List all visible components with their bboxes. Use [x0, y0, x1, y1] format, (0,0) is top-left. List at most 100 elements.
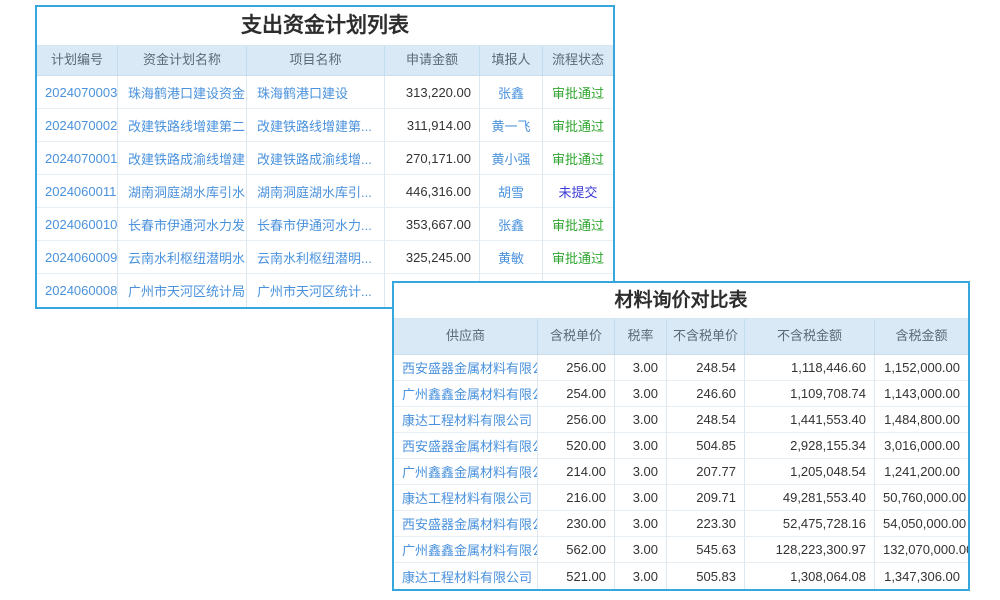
column-header: 资金计划名称	[118, 46, 247, 76]
column-header: 不含税单价	[667, 319, 745, 355]
column-header: 申请金额	[385, 46, 480, 76]
fund-plan-name-link[interactable]: 改建铁路线增建第二...	[118, 109, 247, 142]
plan-row: 2024060009 云南水利枢纽潜明水... 云南水利枢纽潜明... 325,…	[37, 241, 613, 274]
request-amount: 325,245.00	[385, 241, 480, 274]
quote-row: 康达工程材料有限公司 216.00 3.00 209.71 49,281,553…	[394, 485, 968, 511]
unit-price-excl-tax: 246.60	[667, 381, 745, 407]
expense-plan-header-row: 计划编号资金计划名称项目名称申请金额填报人流程状态	[37, 46, 613, 76]
column-header: 填报人	[480, 46, 543, 76]
expense-plan-table: 计划编号资金计划名称项目名称申请金额填报人流程状态 2024070003 珠海鹤…	[37, 46, 613, 307]
plan-number-link[interactable]: 2024070002	[37, 109, 118, 142]
material-quote-table: 供应商含税单价税率不含税单价不含税金额含税金额 西安盛器金属材料有限公司 256…	[394, 319, 968, 589]
request-amount: 353,667.00	[385, 208, 480, 241]
project-name-link[interactable]: 长春市伊通河水力...	[247, 208, 385, 241]
column-header: 含税单价	[538, 319, 615, 355]
unit-price-incl-tax: 256.00	[538, 355, 615, 381]
quote-row: 广州鑫鑫金属材料有限公司 254.00 3.00 246.60 1,109,70…	[394, 381, 968, 407]
quote-row: 西安盛器金属材料有限公司 520.00 3.00 504.85 2,928,15…	[394, 433, 968, 459]
column-header: 项目名称	[247, 46, 385, 76]
plan-number-link[interactable]: 2024060011	[37, 175, 118, 208]
unit-price-excl-tax: 207.77	[667, 459, 745, 485]
material-quote-panel: 材料询价对比表 供应商含税单价税率不含税单价不含税金额含税金额 西安盛器金属材料…	[392, 281, 970, 591]
unit-price-incl-tax: 214.00	[538, 459, 615, 485]
amount-excl-tax: 49,281,553.40	[745, 485, 875, 511]
quote-row: 西安盛器金属材料有限公司 256.00 3.00 248.54 1,118,44…	[394, 355, 968, 381]
unit-price-incl-tax: 521.00	[538, 563, 615, 589]
amount-excl-tax: 1,118,446.60	[745, 355, 875, 381]
unit-price-excl-tax: 209.71	[667, 485, 745, 511]
plan-number-link[interactable]: 2024060010	[37, 208, 118, 241]
unit-price-incl-tax: 256.00	[538, 407, 615, 433]
quote-row: 西安盛器金属材料有限公司 230.00 3.00 223.30 52,475,7…	[394, 511, 968, 537]
status-badge: 审批通过	[543, 208, 613, 241]
amount-incl-tax: 1,241,200.00	[875, 459, 968, 485]
amount-incl-tax: 1,152,000.00	[875, 355, 968, 381]
column-header: 计划编号	[37, 46, 118, 76]
status-badge: 未提交	[543, 175, 613, 208]
reporter-name: 黄一飞	[480, 109, 543, 142]
plan-number-link[interactable]: 2024070001	[37, 142, 118, 175]
status-badge: 审批通过	[543, 109, 613, 142]
tax-rate: 3.00	[615, 537, 667, 563]
request-amount: 311,914.00	[385, 109, 480, 142]
expense-plan-panel: 支出资金计划列表 计划编号资金计划名称项目名称申请金额填报人流程状态 20240…	[35, 5, 615, 309]
supplier-link[interactable]: 广州鑫鑫金属材料有限公司	[394, 459, 538, 485]
plan-row: 2024070002 改建铁路线增建第二... 改建铁路线增建第... 311,…	[37, 109, 613, 142]
tax-rate: 3.00	[615, 459, 667, 485]
fund-plan-name-link[interactable]: 广州市天河区统计局...	[118, 274, 247, 307]
amount-excl-tax: 2,928,155.34	[745, 433, 875, 459]
tax-rate: 3.00	[615, 381, 667, 407]
status-badge: 审批通过	[543, 241, 613, 274]
quote-row: 康达工程材料有限公司 256.00 3.00 248.54 1,441,553.…	[394, 407, 968, 433]
amount-excl-tax: 1,109,708.74	[745, 381, 875, 407]
project-name-link[interactable]: 改建铁路成渝线增...	[247, 142, 385, 175]
column-header: 不含税金额	[745, 319, 875, 355]
fund-plan-name-link[interactable]: 云南水利枢纽潜明水...	[118, 241, 247, 274]
unit-price-excl-tax: 248.54	[667, 355, 745, 381]
fund-plan-name-link[interactable]: 湖南洞庭湖水库引水...	[118, 175, 247, 208]
quote-row: 广州鑫鑫金属材料有限公司 214.00 3.00 207.77 1,205,04…	[394, 459, 968, 485]
tax-rate: 3.00	[615, 407, 667, 433]
project-name-link[interactable]: 珠海鹤港口建设	[247, 76, 385, 109]
amount-incl-tax: 1,347,306.00	[875, 563, 968, 589]
request-amount: 446,316.00	[385, 175, 480, 208]
column-header: 含税金额	[875, 319, 968, 355]
project-name-link[interactable]: 湖南洞庭湖水库引...	[247, 175, 385, 208]
supplier-link[interactable]: 康达工程材料有限公司	[394, 563, 538, 589]
project-name-link[interactable]: 改建铁路线增建第...	[247, 109, 385, 142]
plan-number-link[interactable]: 2024060008	[37, 274, 118, 307]
unit-price-excl-tax: 505.83	[667, 563, 745, 589]
unit-price-excl-tax: 223.30	[667, 511, 745, 537]
plan-row: 2024060011 湖南洞庭湖水库引水... 湖南洞庭湖水库引... 446,…	[37, 175, 613, 208]
amount-incl-tax: 132,070,000.00	[875, 537, 968, 563]
supplier-link[interactable]: 广州鑫鑫金属材料有限公司	[394, 381, 538, 407]
column-header: 流程状态	[543, 46, 613, 76]
supplier-link[interactable]: 西安盛器金属材料有限公司	[394, 511, 538, 537]
plan-row: 2024060010 长春市伊通河水力发... 长春市伊通河水力... 353,…	[37, 208, 613, 241]
reporter-name: 胡雪	[480, 175, 543, 208]
plan-row: 2024070001 改建铁路成渝线增建... 改建铁路成渝线增... 270,…	[37, 142, 613, 175]
quote-row: 康达工程材料有限公司 521.00 3.00 505.83 1,308,064.…	[394, 563, 968, 589]
amount-excl-tax: 1,308,064.08	[745, 563, 875, 589]
reporter-name: 张鑫	[480, 76, 543, 109]
project-name-link[interactable]: 云南水利枢纽潜明...	[247, 241, 385, 274]
fund-plan-name-link[interactable]: 改建铁路成渝线增建...	[118, 142, 247, 175]
unit-price-incl-tax: 562.00	[538, 537, 615, 563]
fund-plan-name-link[interactable]: 长春市伊通河水力发...	[118, 208, 247, 241]
project-name-link[interactable]: 广州市天河区统计...	[247, 274, 385, 307]
supplier-link[interactable]: 广州鑫鑫金属材料有限公司	[394, 537, 538, 563]
plan-number-link[interactable]: 2024060009	[37, 241, 118, 274]
plan-number-link[interactable]: 2024070003	[37, 76, 118, 109]
unit-price-incl-tax: 216.00	[538, 485, 615, 511]
amount-incl-tax: 1,484,800.00	[875, 407, 968, 433]
quote-row: 广州鑫鑫金属材料有限公司 562.00 3.00 545.63 128,223,…	[394, 537, 968, 563]
tax-rate: 3.00	[615, 485, 667, 511]
supplier-link[interactable]: 西安盛器金属材料有限公司	[394, 355, 538, 381]
amount-incl-tax: 54,050,000.00	[875, 511, 968, 537]
column-header: 税率	[615, 319, 667, 355]
reporter-name: 张鑫	[480, 208, 543, 241]
supplier-link[interactable]: 康达工程材料有限公司	[394, 485, 538, 511]
supplier-link[interactable]: 康达工程材料有限公司	[394, 407, 538, 433]
supplier-link[interactable]: 西安盛器金属材料有限公司	[394, 433, 538, 459]
fund-plan-name-link[interactable]: 珠海鹤港口建设资金...	[118, 76, 247, 109]
